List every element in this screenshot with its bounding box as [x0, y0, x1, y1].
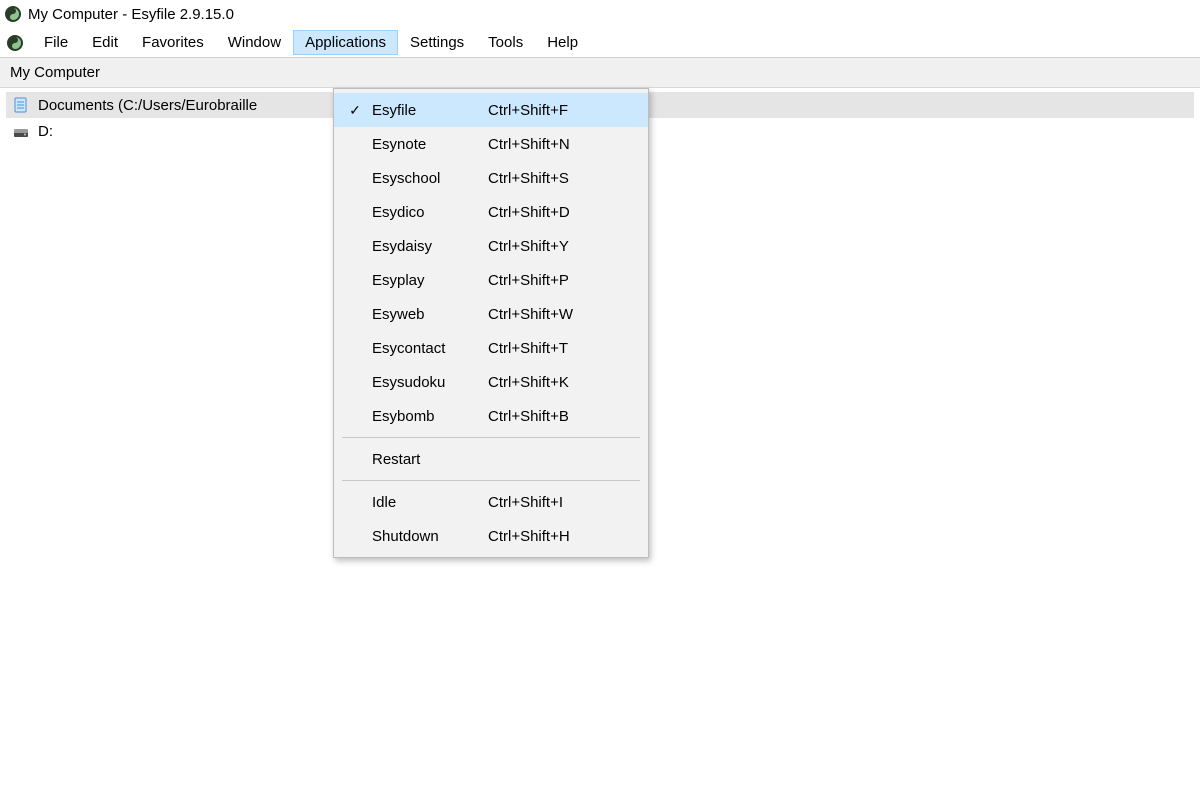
- location-bar: My Computer: [0, 58, 1200, 88]
- menu-item-accelerator: Ctrl+Shift+K: [488, 374, 634, 391]
- menu-item-accelerator: Ctrl+Shift+N: [488, 136, 634, 153]
- menu-item-idle[interactable]: IdleCtrl+Shift+I: [334, 485, 648, 519]
- menu-item-esynote[interactable]: EsynoteCtrl+Shift+N: [334, 127, 648, 161]
- menubar: FileEditFavoritesWindowApplicationsSetti…: [0, 28, 1200, 58]
- menu-item-accelerator: Ctrl+Shift+S: [488, 170, 634, 187]
- menu-item-esydaisy[interactable]: EsydaisyCtrl+Shift+Y: [334, 229, 648, 263]
- menu-item-accelerator: Ctrl+Shift+W: [488, 306, 634, 323]
- menu-item-label: Esycontact: [368, 340, 488, 357]
- menu-item-esyschool[interactable]: EsyschoolCtrl+Shift+S: [334, 161, 648, 195]
- menu-item-accelerator: Ctrl+Shift+I: [488, 494, 634, 511]
- location-path: My Computer: [10, 64, 100, 81]
- menu-file[interactable]: File: [32, 30, 80, 55]
- check-icon: ✓: [342, 102, 368, 119]
- document-icon: [12, 96, 30, 114]
- drive-icon: [12, 122, 30, 140]
- window-title: My Computer - Esyfile 2.9.15.0: [28, 6, 234, 23]
- menu-item-accelerator: Ctrl+Shift+D: [488, 204, 634, 221]
- menu-separator: [342, 437, 640, 438]
- menubar-app-icon: [6, 34, 24, 52]
- menu-edit[interactable]: Edit: [80, 30, 130, 55]
- menu-item-label: Restart: [368, 451, 488, 468]
- menu-item-accelerator: Ctrl+Shift+Y: [488, 238, 634, 255]
- titlebar: My Computer - Esyfile 2.9.15.0: [0, 0, 1200, 28]
- app-icon: [4, 5, 22, 23]
- menu-item-label: Shutdown: [368, 528, 488, 545]
- menu-item-label: Esyfile: [368, 102, 488, 119]
- menu-item-accelerator: Ctrl+Shift+F: [488, 102, 634, 119]
- menu-separator: [342, 480, 640, 481]
- menu-item-accelerator: Ctrl+Shift+T: [488, 340, 634, 357]
- menu-window[interactable]: Window: [216, 30, 293, 55]
- file-label: D:: [38, 123, 53, 140]
- menu-item-label: Idle: [368, 494, 488, 511]
- applications-menu: ✓EsyfileCtrl+Shift+FEsynoteCtrl+Shift+NE…: [333, 88, 649, 558]
- menu-item-accelerator: Ctrl+Shift+P: [488, 272, 634, 289]
- content-area: Documents (C:/Users/Eurobraille D: ✓Esyfi…: [0, 88, 1200, 798]
- menu-item-esyfile[interactable]: ✓EsyfileCtrl+Shift+F: [334, 93, 648, 127]
- menu-item-label: Esyplay: [368, 272, 488, 289]
- menu-item-label: Esynote: [368, 136, 488, 153]
- menu-item-restart[interactable]: Restart: [334, 442, 648, 476]
- menu-item-label: Esyweb: [368, 306, 488, 323]
- menu-item-esydico[interactable]: EsydicoCtrl+Shift+D: [334, 195, 648, 229]
- menu-item-esyweb[interactable]: EsywebCtrl+Shift+W: [334, 297, 648, 331]
- menu-item-shutdown[interactable]: ShutdownCtrl+Shift+H: [334, 519, 648, 553]
- menu-help[interactable]: Help: [535, 30, 590, 55]
- menu-item-accelerator: Ctrl+Shift+H: [488, 528, 634, 545]
- menu-applications[interactable]: Applications: [293, 30, 398, 55]
- menu-item-esyplay[interactable]: EsyplayCtrl+Shift+P: [334, 263, 648, 297]
- file-label: Documents (C:/Users/Eurobraille: [38, 97, 257, 114]
- menu-item-accelerator: Ctrl+Shift+B: [488, 408, 634, 425]
- menu-item-esysudoku[interactable]: EsysudokuCtrl+Shift+K: [334, 365, 648, 399]
- menu-item-esybomb[interactable]: EsybombCtrl+Shift+B: [334, 399, 648, 433]
- menu-item-label: Esybomb: [368, 408, 488, 425]
- menu-item-label: Esydico: [368, 204, 488, 221]
- menu-item-label: Esysudoku: [368, 374, 488, 391]
- menu-item-esycontact[interactable]: EsycontactCtrl+Shift+T: [334, 331, 648, 365]
- menu-item-label: Esyschool: [368, 170, 488, 187]
- menu-item-label: Esydaisy: [368, 238, 488, 255]
- menu-favorites[interactable]: Favorites: [130, 30, 216, 55]
- menu-settings[interactable]: Settings: [398, 30, 476, 55]
- menu-tools[interactable]: Tools: [476, 30, 535, 55]
